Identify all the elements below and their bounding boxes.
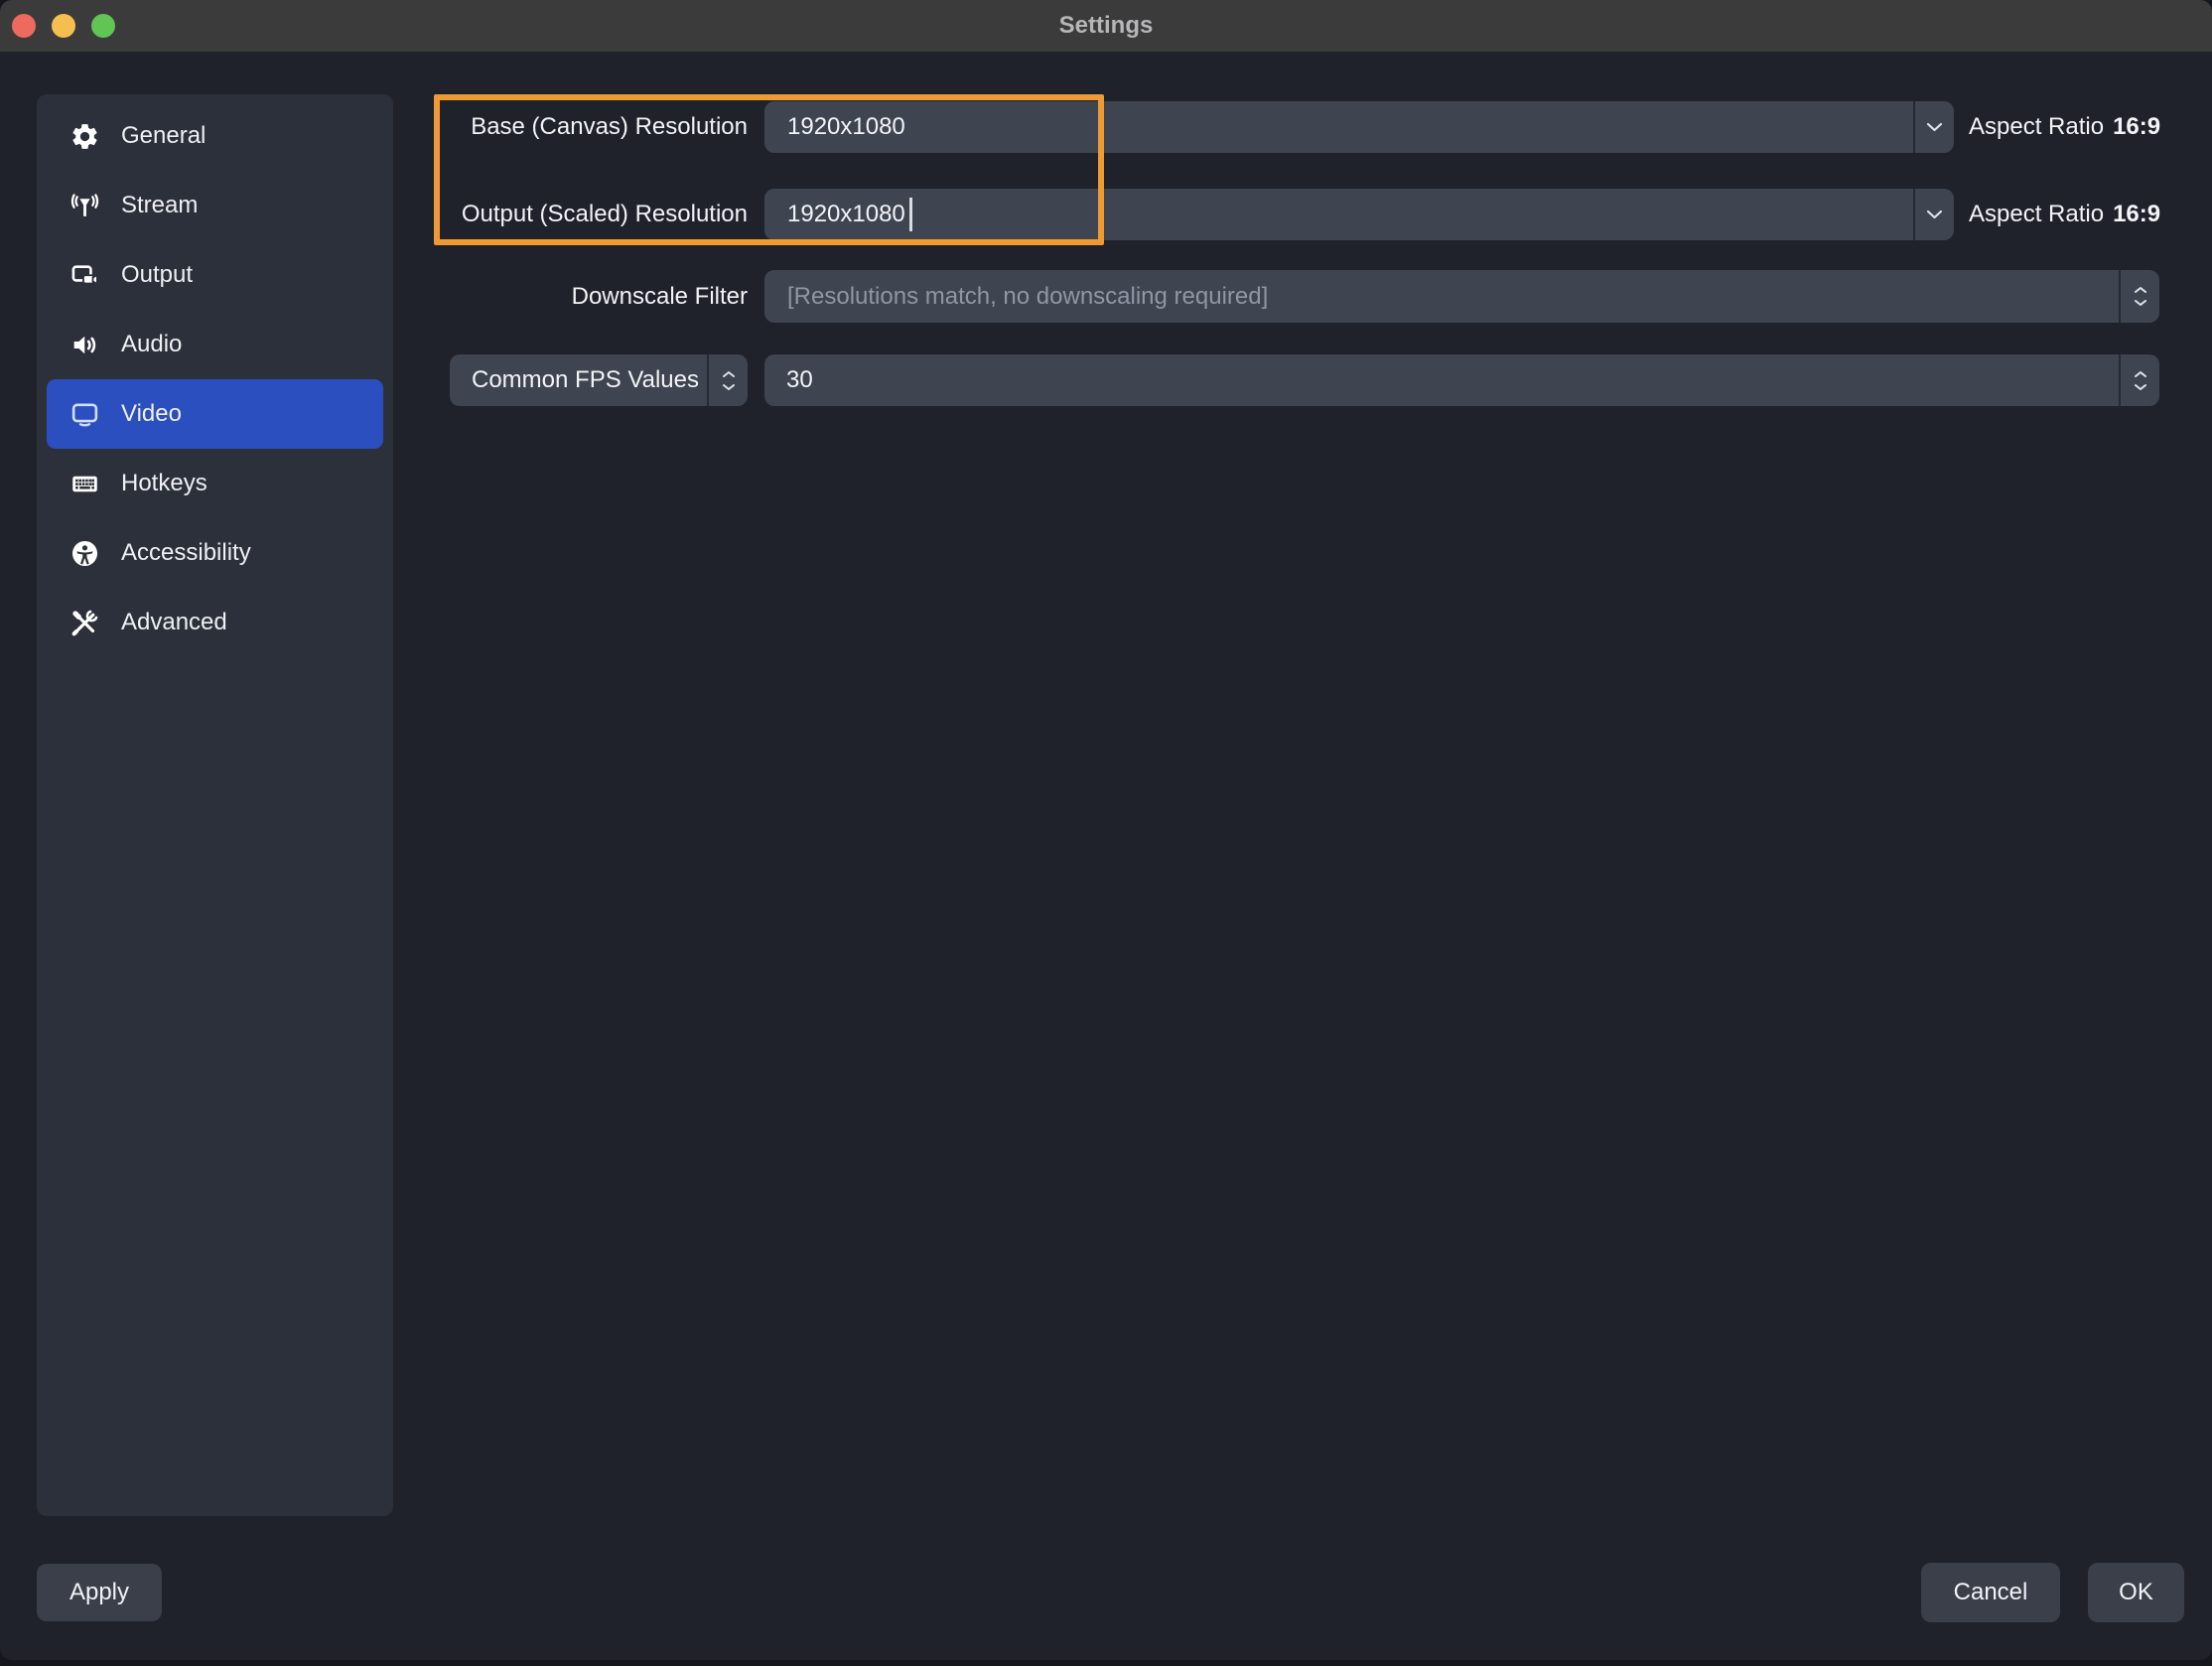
base-aspect-ratio: Aspect Ratio 16:9 bbox=[1969, 101, 2160, 153]
aspect-ratio-label: Aspect Ratio bbox=[1969, 201, 2104, 228]
base-resolution-dropdown-button[interactable] bbox=[1913, 101, 1954, 153]
base-resolution-label: Base (Canvas) Resolution bbox=[434, 101, 748, 153]
sidebar-item-label: Advanced bbox=[121, 609, 227, 636]
sidebar-item-label: Hotkeys bbox=[121, 470, 207, 497]
speaker-icon bbox=[69, 330, 100, 360]
title-bar: Settings bbox=[0, 0, 2212, 52]
keyboard-icon bbox=[69, 469, 100, 499]
downscale-filter-label: Downscale Filter bbox=[434, 270, 748, 323]
output-aspect-ratio: Aspect Ratio 16:9 bbox=[1969, 189, 2160, 240]
aspect-ratio-label: Aspect Ratio bbox=[1969, 113, 2104, 141]
downscale-filter-select[interactable]: [Resolutions match, no downscaling requi… bbox=[764, 270, 2159, 323]
sidebar-item-label: Audio bbox=[121, 331, 182, 358]
chevron-up-icon bbox=[2134, 370, 2147, 378]
output-resolution-value: 1920x1080 bbox=[787, 189, 905, 240]
aspect-ratio-value: 16:9 bbox=[2113, 201, 2160, 228]
fps-value: 30 bbox=[786, 354, 813, 406]
base-resolution-value: 1920x1080 bbox=[787, 101, 905, 153]
chevron-up-icon bbox=[2134, 286, 2147, 294]
chevron-down-icon bbox=[1926, 122, 1943, 132]
aspect-ratio-value: 16:9 bbox=[2113, 113, 2160, 141]
tools-icon bbox=[69, 608, 100, 638]
text-caret bbox=[909, 198, 912, 231]
chevron-down-icon bbox=[1926, 209, 1943, 219]
sidebar-item-hotkeys[interactable]: Hotkeys bbox=[47, 449, 383, 518]
output-resolution-dropdown-button[interactable] bbox=[1913, 189, 1954, 240]
sidebar-item-label: Stream bbox=[121, 192, 198, 219]
gear-icon bbox=[69, 121, 100, 152]
output-resolution-label: Output (Scaled) Resolution bbox=[434, 189, 748, 240]
sidebar-item-general[interactable]: General bbox=[47, 101, 383, 171]
fps-type-value: Common FPS Values bbox=[472, 354, 699, 406]
settings-sidebar: General Stream Output bbox=[37, 94, 393, 1516]
window-title: Settings bbox=[0, 0, 2212, 52]
fps-value-spinner[interactable] bbox=[2119, 354, 2159, 406]
fps-type-spinner[interactable] bbox=[707, 354, 748, 406]
sidebar-item-advanced[interactable]: Advanced bbox=[47, 588, 383, 657]
sidebar-item-audio[interactable]: Audio bbox=[47, 310, 383, 379]
output-resolution-combobox[interactable]: 1920x1080 bbox=[764, 189, 1954, 240]
fps-type-select[interactable]: Common FPS Values bbox=[450, 354, 748, 406]
sidebar-item-accessibility[interactable]: Accessibility bbox=[47, 518, 383, 588]
sidebar-item-label: Video bbox=[121, 400, 182, 428]
chevron-down-icon bbox=[722, 383, 736, 391]
sidebar-item-label: General bbox=[121, 122, 206, 150]
sidebar-item-label: Accessibility bbox=[121, 539, 251, 567]
screen-camera-icon bbox=[69, 260, 100, 291]
settings-window: Settings General Stream Output bbox=[0, 0, 2212, 1660]
sidebar-item-video[interactable]: Video bbox=[47, 379, 383, 449]
sidebar-item-stream[interactable]: Stream bbox=[47, 171, 383, 240]
sidebar-item-label: Output bbox=[121, 261, 193, 289]
base-resolution-combobox[interactable]: 1920x1080 bbox=[764, 101, 1954, 153]
chevron-down-icon bbox=[2134, 299, 2147, 307]
downscale-filter-value: [Resolutions match, no downscaling requi… bbox=[787, 270, 1268, 323]
chevron-down-icon bbox=[2134, 383, 2147, 391]
downscale-filter-spinner[interactable] bbox=[2119, 270, 2159, 323]
sidebar-item-output[interactable]: Output bbox=[47, 240, 383, 310]
fps-value-select[interactable]: 30 bbox=[764, 354, 2159, 406]
chevron-up-icon bbox=[722, 370, 736, 378]
broadcast-antenna-icon bbox=[69, 191, 100, 221]
accessibility-person-icon bbox=[69, 538, 100, 569]
apply-button[interactable]: Apply bbox=[37, 1564, 162, 1621]
monitor-icon bbox=[69, 399, 100, 430]
ok-button[interactable]: OK bbox=[2088, 1563, 2184, 1622]
cancel-button[interactable]: Cancel bbox=[1921, 1563, 2060, 1622]
